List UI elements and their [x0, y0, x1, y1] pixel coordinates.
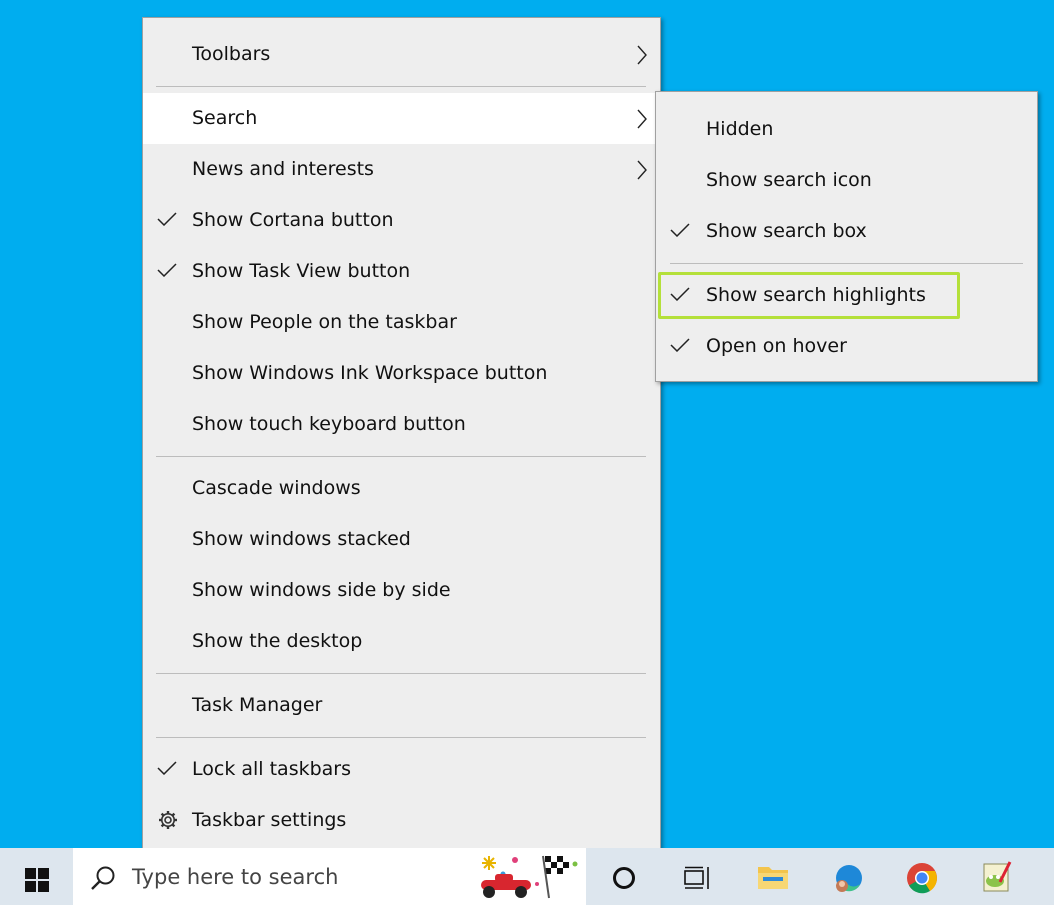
- search-highlight-doodle-icon: [481, 855, 578, 899]
- folder-icon: [758, 867, 788, 889]
- notepad-plus-plus-icon: [983, 861, 1012, 892]
- edge-browser-icon: [836, 865, 862, 892]
- start-button[interactable]: [0, 848, 73, 905]
- submenu-item-hidden[interactable]: Hidden: [656, 104, 1037, 155]
- taskbar-context-menu: Toolbars Search News and interests Show …: [142, 17, 661, 861]
- menu-separator: [156, 456, 646, 457]
- edge-button[interactable]: [822, 848, 878, 905]
- menu-item-label: Show Task View button: [192, 260, 411, 282]
- menu-item-label: Show windows side by side: [192, 579, 451, 601]
- menu-item-label: Open on hover: [706, 335, 847, 357]
- menu-item-toolbars[interactable]: Toolbars: [143, 29, 660, 80]
- menu-item-lock-taskbars[interactable]: Lock all taskbars: [143, 744, 660, 795]
- menu-item-label: Show People on the taskbar: [192, 311, 457, 333]
- checkmark-icon: [157, 761, 177, 775]
- menu-item-label: Taskbar settings: [192, 809, 347, 831]
- menu-item-label: Show touch keyboard button: [192, 413, 466, 435]
- menu-item-label: Toolbars: [192, 43, 271, 65]
- menu-item-cascade-windows[interactable]: Cascade windows: [143, 463, 660, 514]
- gear-icon: [159, 811, 177, 829]
- chevron-right-icon: [637, 160, 647, 180]
- chrome-browser-icon: [907, 863, 937, 894]
- annotation-highlight-box: [658, 272, 960, 319]
- windows-logo-icon: [25, 868, 49, 892]
- menu-item-label: News and interests: [192, 158, 374, 180]
- notepad-plus-plus-button[interactable]: [970, 848, 1026, 905]
- menu-item-label: Show search icon: [706, 169, 872, 191]
- submenu-item-show-search-box[interactable]: Show search box: [656, 206, 1037, 257]
- search-icon: [91, 866, 115, 890]
- cortana-circle-icon: [613, 867, 635, 889]
- taskbar-search-box[interactable]: Type here to search: [73, 848, 586, 905]
- menu-item-show-ink-workspace[interactable]: Show Windows Ink Workspace button: [143, 348, 660, 399]
- menu-item-label: Cascade windows: [192, 477, 361, 499]
- menu-separator: [156, 673, 646, 674]
- taskbar: Type here to search: [0, 848, 1054, 905]
- checkmark-icon: [670, 223, 690, 237]
- menu-item-windows-stacked[interactable]: Show windows stacked: [143, 514, 660, 565]
- file-explorer-button[interactable]: [745, 848, 801, 905]
- menu-item-show-cortana[interactable]: Show Cortana button: [143, 195, 660, 246]
- menu-item-label: Lock all taskbars: [192, 758, 352, 780]
- menu-item-news-and-interests[interactable]: News and interests: [143, 144, 660, 195]
- menu-item-label: Show windows stacked: [192, 528, 411, 550]
- menu-item-label: Show the desktop: [192, 630, 363, 652]
- menu-item-task-manager[interactable]: Task Manager: [143, 680, 660, 731]
- cortana-button[interactable]: [596, 848, 652, 905]
- checkmark-icon: [670, 338, 690, 352]
- menu-item-show-people[interactable]: Show People on the taskbar: [143, 297, 660, 348]
- menu-item-show-desktop[interactable]: Show the desktop: [143, 616, 660, 667]
- chevron-right-icon: [637, 109, 647, 129]
- menu-item-windows-side-by-side[interactable]: Show windows side by side: [143, 565, 660, 616]
- checkmark-icon: [157, 263, 177, 277]
- chevron-right-icon: [637, 45, 647, 65]
- task-view-icon: [684, 866, 709, 889]
- menu-item-label: Task Manager: [192, 694, 323, 716]
- menu-item-label: Show Windows Ink Workspace button: [192, 362, 548, 384]
- menu-item-label: Show search box: [706, 220, 867, 242]
- chrome-button[interactable]: [896, 848, 952, 905]
- menu-item-label: Search: [192, 107, 258, 129]
- task-view-button[interactable]: [668, 848, 724, 905]
- menu-item-search[interactable]: Search: [143, 93, 660, 144]
- menu-separator: [156, 86, 646, 87]
- menu-separator: [670, 263, 1023, 264]
- search-submenu: Hidden Show search icon Show search box …: [655, 91, 1038, 382]
- menu-item-show-task-view[interactable]: Show Task View button: [143, 246, 660, 297]
- search-placeholder-text: Type here to search: [132, 865, 339, 889]
- menu-item-taskbar-settings[interactable]: Taskbar settings: [143, 795, 660, 846]
- menu-item-label: Show Cortana button: [192, 209, 394, 231]
- submenu-item-show-search-icon[interactable]: Show search icon: [656, 155, 1037, 206]
- menu-item-label: Hidden: [706, 118, 774, 140]
- submenu-item-open-on-hover[interactable]: Open on hover: [656, 321, 1037, 372]
- menu-separator: [156, 737, 646, 738]
- menu-item-show-touch-keyboard[interactable]: Show touch keyboard button: [143, 399, 660, 450]
- checkmark-icon: [157, 212, 177, 226]
